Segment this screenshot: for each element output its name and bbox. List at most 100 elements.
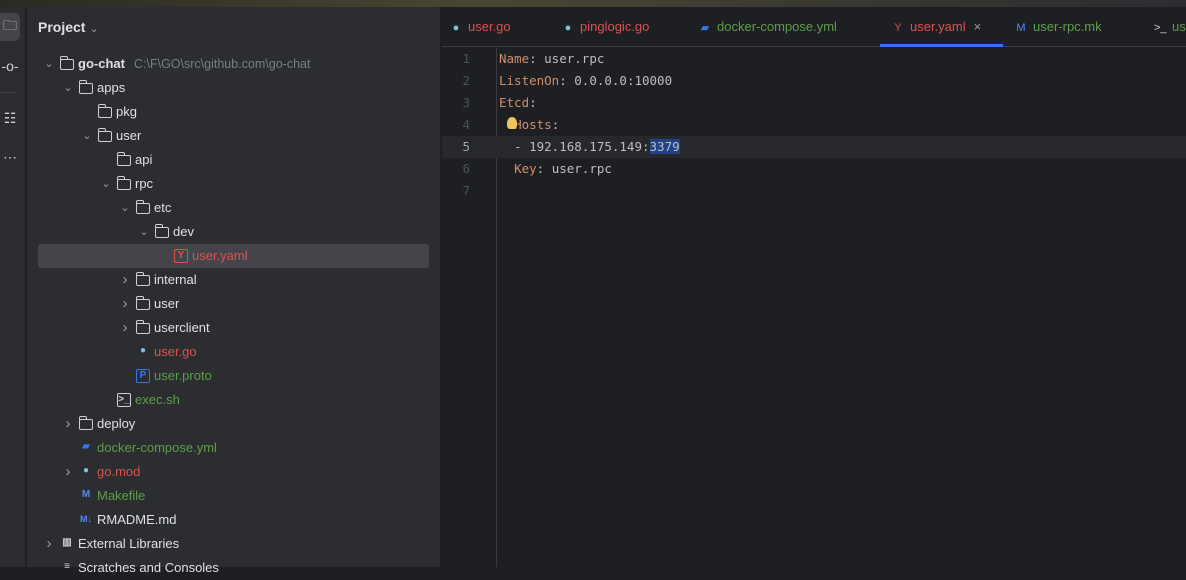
code-line[interactable]: 4 Hosts: [442,114,1186,136]
structure-icon[interactable]: ☷ [0,104,20,132]
folder-icon [117,152,131,166]
tree-item[interactable]: ⌄ go-chat C:\F\GO\src\github.com\go-chat [38,52,429,76]
library-icon: ▥ [62,537,72,548]
project-view-selector[interactable]: Project ⌄ [38,19,99,35]
scratches-icon: ≡ [64,561,70,572]
yaml-value: : [551,117,560,132]
yaml-value: : user.rpc [536,161,612,176]
title-bar [0,0,1186,7]
project-folder-icon[interactable]: 🗀 [0,13,20,41]
chevron-right-icon[interactable]: › [62,412,74,436]
tree-item[interactable]: Yuser.yaml [38,244,429,268]
tree-item-label: user [154,296,180,311]
code-text: Etcd: [499,92,537,114]
code-line[interactable]: 5 - 192.168.175.149:3379 [442,136,1186,158]
chevron-down-icon[interactable]: ⌄ [100,172,112,196]
tab-docker-compose-yml[interactable]: ▰ docker-compose.yml [699,7,837,47]
tree-item[interactable]: pkg [38,100,429,124]
chevron-down-icon[interactable]: ⌄ [62,76,74,100]
tab-pinglogic-go[interactable]: ● pinglogic.go [562,7,650,47]
tree-item-label: etc [154,200,172,215]
tree-item-label: Scratches and Consoles [78,560,219,575]
tab-user-go[interactable]: ● user.go [450,7,511,47]
chevron-right-icon[interactable]: › [119,316,131,340]
tree-item[interactable]: ⌄ dev [38,220,429,244]
tree-item[interactable]: ⌄ rpc [38,172,429,196]
tree-item-label: user [116,128,142,143]
tree-item-label: user.yaml [192,248,248,263]
line-number: 4 [462,117,470,132]
tree-item[interactable]: › ● go.mod [38,460,429,484]
code-text: Key: user.rpc [499,158,612,180]
chevron-right-icon[interactable]: › [119,268,131,292]
folder-icon [136,200,150,214]
tree-item[interactable]: › deploy [38,412,429,436]
chevron-right-icon[interactable]: › [62,460,74,484]
code-text: - 192.168.175.149:3379 [499,136,680,158]
yaml-value: : [529,95,537,110]
tree-item[interactable]: ▰ docker-compose.yml [38,436,429,460]
project-panel: Project ⌄ ⌄ go-chat C:\F\GO\src\github.com\… [27,7,441,575]
tab-label: docker-compose.yml [717,19,837,34]
tree-item-label: go-chat [78,56,125,71]
tree-item[interactable]: M↓ RMADME.md [38,508,429,532]
gopher-icon: ● [452,22,460,34]
tab-user-yaml[interactable]: Yuser.yaml × [880,7,1003,47]
tree-item[interactable]: ● user.go [38,340,429,364]
code-line[interactable]: 3 Etcd: [442,92,1186,114]
code-line[interactable]: 6 Key: user.rpc [442,158,1186,180]
chevron-down-icon[interactable]: ⌄ [43,52,55,76]
tab-us[interactable]: >_ us [1154,7,1186,47]
commit-icon[interactable]: -o- [0,52,20,80]
project-path: C:\F\GO\src\github.com\go-chat [134,57,311,71]
chevron-right-icon[interactable]: › [43,532,55,556]
tree-item-label: apps [97,80,126,95]
chevron-right-icon[interactable]: › [119,292,131,316]
tree-item[interactable]: M Makefile [38,484,429,508]
tree-item[interactable]: ⌄ etc [38,196,429,220]
tree-item-label: rpc [135,176,154,191]
yaml-value: - 192.168.175.149: [499,139,650,154]
tree-item[interactable]: › ▥ External Libraries [38,532,429,556]
tree-item-label: RMADME.md [97,512,177,527]
folder-icon [117,176,131,190]
tree-item-label: External Libraries [78,536,180,551]
chevron-down-icon[interactable]: ⌄ [81,124,93,148]
code-line[interactable]: 2 ListenOn: 0.0.0.0:10000 [442,70,1186,92]
tree-item-label: dev [173,224,194,239]
yaml-icon: Y [174,249,188,263]
tree-item[interactable]: ⌄ apps [38,76,429,100]
tree-item[interactable]: ⌄ user [38,124,429,148]
folder-icon [155,224,169,238]
gomod-icon: ● [82,465,90,476]
tree-item[interactable]: › internal [38,268,429,292]
tree-item-label: api [135,152,153,167]
makefile-icon: M [81,489,91,500]
yaml-key: ListenOn [499,73,560,88]
proto-icon: P [136,369,150,383]
tab-label: us [1172,19,1186,34]
tab-user-rpc-mk[interactable]: Muser-rpc.mk [1015,7,1102,47]
tree-item-label: user.proto [154,368,212,383]
docker-icon: ▰ [700,22,710,34]
tree-item[interactable]: ≡ Scratches and Consoles [38,556,429,580]
editor: ● user.go ● pinglogic.go ▰ docker-compose.yml… [442,7,1186,567]
tab-label: user-rpc.mk [1033,19,1102,34]
tree-item[interactable]: › user [38,292,429,316]
chevron-down-icon[interactable]: ⌄ [138,220,150,244]
tree-item[interactable]: >_ exec.sh [38,388,429,412]
chevron-down-icon[interactable]: ⌄ [119,196,131,220]
more-icon[interactable]: ⋯ [0,143,20,171]
lightbulb-icon[interactable] [507,117,517,129]
tree-item[interactable]: api [38,148,429,172]
line-number: 1 [462,51,470,66]
tree-item[interactable]: Puser.proto [38,364,429,388]
yaml-icon: Y [894,22,902,34]
folder-icon [136,320,150,334]
tool-window-bar: 🗀 -o- ☷ ⋯ [0,7,26,567]
code-line[interactable]: 7 [442,180,1186,202]
yaml-key: Hosts [514,117,552,132]
code-line[interactable]: 1 Name: user.rpc [442,48,1186,70]
tree-item[interactable]: › userclient [38,316,429,340]
close-tab-icon[interactable]: × [974,19,982,34]
